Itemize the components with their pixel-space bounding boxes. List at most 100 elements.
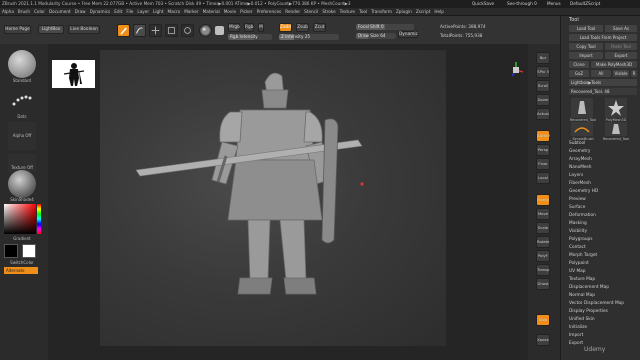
alternate-button[interactable]: Alternate: [4, 267, 38, 274]
move-button[interactable]: [149, 24, 162, 37]
menu-zplugin[interactable]: Zplugin: [394, 8, 414, 15]
quicksave-button[interactable]: QuickSave: [470, 0, 494, 8]
r-button[interactable]: R: [631, 70, 637, 77]
copy-tool-button[interactable]: Copy Tool: [569, 43, 603, 50]
color-picker[interactable]: [4, 204, 36, 234]
menu-alpha[interactable]: Alpha: [0, 8, 16, 15]
menu-picker[interactable]: Picker: [238, 8, 254, 15]
menu-material[interactable]: Material: [201, 8, 222, 15]
ghost-button[interactable]: Ghost: [536, 278, 550, 290]
menu-import[interactable]: Import: [569, 332, 639, 340]
zcut-toggle[interactable]: Zcut: [313, 23, 326, 32]
draw-size-slider[interactable]: Draw Size 64: [356, 33, 396, 39]
document-canvas[interactable]: [100, 50, 446, 346]
menu-subtool[interactable]: Subtool: [569, 140, 639, 148]
transp-button[interactable]: Transp: [536, 264, 550, 276]
menu-color[interactable]: Color: [32, 8, 47, 15]
menu-polygroups[interactable]: Polygroups: [569, 236, 639, 244]
zsub-toggle[interactable]: Zsub: [296, 23, 309, 32]
scale-button[interactable]: [165, 24, 178, 37]
persp-button[interactable]: Persp: [536, 144, 550, 156]
make-polymesh3d-button[interactable]: Make PolyMesh3D: [591, 61, 637, 68]
menu-geometry-hd[interactable]: Geometry HD: [569, 188, 639, 196]
menu-render[interactable]: Render: [283, 8, 302, 15]
menu-marker[interactable]: Marker: [182, 8, 200, 15]
menu-arraymesh[interactable]: ArrayMesh: [569, 156, 639, 164]
lightbox-tools-button[interactable]: Lightbox▶Tools: [569, 79, 637, 86]
tool-thumb-recovered[interactable]: [571, 98, 593, 118]
bpr-button[interactable]: Bpr: [536, 52, 550, 64]
tool-panel-header[interactable]: Tool: [569, 17, 579, 23]
menu-draw[interactable]: Draw: [73, 8, 88, 15]
z-intensity-slider[interactable]: Z Intensity 25: [279, 34, 339, 40]
spix-button[interactable]: SPix 3: [536, 66, 550, 78]
import-button[interactable]: Import: [569, 52, 603, 59]
brush-thumbnail[interactable]: [8, 50, 36, 78]
menu-stroke[interactable]: Stroke: [320, 8, 337, 15]
stroke-thumbnail[interactable]: [8, 88, 36, 112]
menu-brush[interactable]: Brush: [16, 8, 32, 15]
rotate-button[interactable]: [181, 24, 194, 37]
live-boolean-button[interactable]: Live Boolean: [68, 25, 100, 34]
menu-tool[interactable]: Tool: [357, 8, 369, 15]
polyf-button[interactable]: PolyF: [536, 250, 550, 262]
xpose-button[interactable]: Xpose: [536, 334, 550, 346]
actual-button[interactable]: Actual: [536, 108, 550, 120]
menu-document[interactable]: Document: [47, 8, 73, 15]
menu-surface[interactable]: Surface: [569, 204, 639, 212]
edit-button[interactable]: [117, 24, 130, 37]
zadd-toggle[interactable]: Zadd: [279, 23, 292, 32]
menu-layers[interactable]: Layers: [569, 172, 639, 180]
menu-edit[interactable]: Edit: [112, 8, 124, 15]
floor-button[interactable]: Floor: [536, 158, 550, 170]
rgb-intensity-slider[interactable]: Rgb Intensity: [228, 34, 272, 40]
menu-texture[interactable]: Texture: [338, 8, 357, 15]
menus-toggle[interactable]: Menus: [545, 0, 561, 8]
menu-vector-displacement-map[interactable]: Vector Displacement Map: [569, 300, 639, 308]
zoom-button[interactable]: Zoom: [536, 94, 550, 106]
load-tools-from-project-button[interactable]: Load Tools From Project: [569, 34, 637, 41]
tool-thumb-polymesh3d[interactable]: [605, 98, 627, 118]
scale-view-button[interactable]: Scale: [536, 222, 550, 234]
menu-initialize[interactable]: Initialize: [569, 324, 639, 332]
menu-display-properties[interactable]: Display Properties: [569, 308, 639, 316]
local-button[interactable]: Local: [536, 172, 550, 184]
solo-button[interactable]: Solo: [536, 314, 550, 326]
menu-displacement-map[interactable]: Displacement Map: [569, 284, 639, 292]
tool-thumb-recovered-2[interactable]: [605, 122, 627, 136]
gizmo-axis[interactable]: [506, 60, 526, 80]
menu-normal-map[interactable]: Normal Map: [569, 292, 639, 300]
lightbox-button[interactable]: LightBox: [38, 25, 64, 34]
color-swatch[interactable]: [215, 26, 224, 35]
menu-file[interactable]: File: [124, 8, 135, 15]
frame-button[interactable]: Frame: [536, 194, 550, 206]
menu-stencil[interactable]: Stencil: [302, 8, 320, 15]
rgb-toggle[interactable]: Rgb: [244, 23, 254, 32]
default-zscript-button[interactable]: DefaultZScript: [568, 0, 600, 8]
draw-button[interactable]: [133, 24, 146, 37]
menu-light[interactable]: Light: [151, 8, 165, 15]
menu-dynamics[interactable]: Dynamics: [88, 8, 113, 15]
menu-polypaint[interactable]: Polypaint: [569, 260, 639, 268]
clone-button[interactable]: Clone: [569, 61, 589, 68]
menu-preferences[interactable]: Preferences: [255, 8, 284, 15]
dynamic-toggle[interactable]: Dynamic: [398, 31, 418, 38]
export-button[interactable]: Export: [605, 52, 637, 59]
material-thumbnail[interactable]: [8, 170, 36, 198]
current-tool-slider[interactable]: Recovered_Tool. 48: [569, 88, 637, 95]
menu-unified-skin[interactable]: Unified Skin: [569, 316, 639, 324]
menu-contact[interactable]: Contact: [569, 244, 639, 252]
save-as-button[interactable]: Save As: [605, 25, 637, 32]
see-through-slider[interactable]: See-through 0: [505, 0, 537, 8]
menu-nanomesh[interactable]: NanoMesh: [569, 164, 639, 172]
menu-transform[interactable]: Transform: [369, 8, 394, 15]
paste-tool-button[interactable]: Paste Tool: [605, 43, 637, 50]
menu-macro[interactable]: Macro: [166, 8, 183, 15]
main-color-swatch[interactable]: [4, 244, 18, 258]
tool-thumb-simplebrush[interactable]: [571, 122, 593, 136]
menu-uv-map[interactable]: UV Map: [569, 268, 639, 276]
menu-masking[interactable]: Masking: [569, 220, 639, 228]
menu-movie[interactable]: Movie: [222, 8, 238, 15]
home-page-button[interactable]: Home Page: [4, 25, 31, 34]
focal-shift-slider[interactable]: Focal Shift 0: [356, 24, 414, 30]
